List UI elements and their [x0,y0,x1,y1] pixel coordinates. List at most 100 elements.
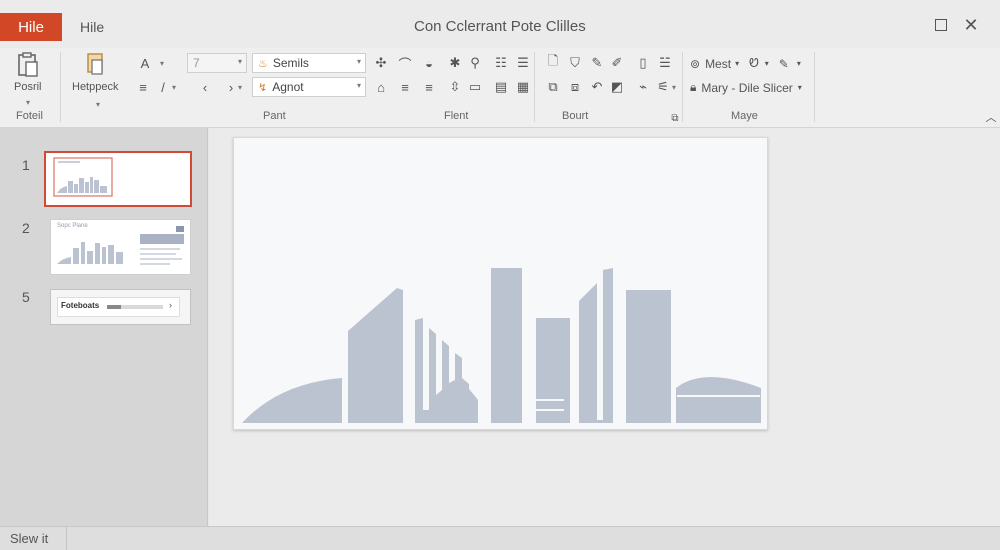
maye-item-2-label: Mary - Dile Slicer [701,80,793,95]
chevron-down-icon: ▾ [237,57,242,66]
align-left-icon[interactable]: ≡ [396,78,414,96]
slide-thumbnail-panel: 1 2 Sopc Plane 5 Foteboats › [0,128,208,526]
chevron-down-icon[interactable]: ▾ [160,59,164,68]
maximize-icon [935,19,947,31]
format-painter-icon [82,52,108,78]
search-icon[interactable]: ⚲ [466,54,484,72]
table-icon[interactable]: ☷ [492,54,510,72]
close-button[interactable]: ✕ [962,14,980,35]
skyline-tower-right [626,290,671,423]
font-name-value: Semils [272,56,309,70]
shapes-icon[interactable]: ⧉ [544,78,562,96]
shape-icon[interactable]: ◒ [420,54,438,72]
format-painter-label: Hetppeck [72,81,119,93]
group-label-pant: Pant [263,110,286,122]
chevron-down-icon: ▾ [797,83,802,92]
maximize-button[interactable] [932,16,950,34]
lock-icon: 🔒︎ [690,80,697,94]
file-tab[interactable]: Hile [0,13,62,41]
chevron-down-icon: ▾ [356,81,361,90]
file-tab-label: Hile [18,18,44,36]
format-painter-button[interactable]: Hetppeck [72,52,118,93]
chevron-down-icon: ▾ [735,59,740,68]
chevron-down-icon[interactable]: ▾ [26,98,30,107]
star-icon[interactable]: ✱ [446,54,464,72]
bold-icon[interactable]: ✣ [372,54,390,72]
skyline-tower-blade [579,268,613,423]
maye-item-1-label: Mest [705,56,732,71]
window-title: Con Cclerrant Pote Clilles [414,18,586,35]
curve-icon[interactable]: ⌒ [396,54,414,72]
shield-icon[interactable]: ⛉ [566,54,584,72]
replace-icon[interactable]: ⧈ [566,78,584,96]
chevron-down-icon: ▾ [764,59,769,68]
text-effects-icon[interactable]: A [136,54,154,72]
text-box-icon[interactable]: ▭ [466,78,484,96]
curve-arrow-icon[interactable]: ↶ [588,78,606,96]
brush-icon[interactable]: ✎ [588,54,606,72]
paste-button[interactable]: Posril [14,52,42,93]
chevron-down-icon[interactable]: ▾ [96,100,100,109]
maye-item-2[interactable]: 🔒︎ Mary - Dile Slicer ▾ [690,80,802,95]
tab-home[interactable]: Hile [80,19,104,35]
chevron-down-icon[interactable]: ▾ [172,83,176,92]
line-spacing-icon[interactable]: ⇳ [446,78,464,96]
slide-thumbnail-3[interactable]: Foteboats › [50,289,191,325]
status-bar: Slew it [0,526,1000,550]
decrease-indent-icon[interactable]: ‹ [196,78,214,96]
thumbnail-label: Foteboats [61,301,100,310]
group-label-bourt: Bourt [562,110,589,122]
target-icon: ⊚ [690,56,701,71]
status-text: Slew it [10,531,49,546]
thumbnail-title: Sopc Plane [57,223,88,229]
chevron-down-icon: ▾ [356,57,361,66]
font-name-box[interactable]: ♨ Semils ▾ [252,53,366,73]
font-size-value: 7 [193,56,200,70]
italic-icon[interactable]: / [154,78,172,96]
close-icon: ✕ [963,14,979,35]
trash-icon[interactable]: ⌂ [372,78,390,96]
font-size-box[interactable]: 7 ▾ [187,53,247,73]
slide-number: 5 [22,289,30,305]
document-icon[interactable]: 🗋 [544,53,562,72]
group-divider [60,52,61,122]
arrange-icon[interactable]: ◩ [608,78,626,96]
maye-item-1[interactable]: ⊚ Mest ▾ Ꮼ ▾ ✎ ▾ [690,56,801,71]
skyline-dome-left [242,378,342,423]
text-direction-icon[interactable]: ☱ [656,54,674,72]
chevron-down-icon[interactable]: ▾ [672,83,676,92]
chevron-down-icon: ▾ [796,59,801,68]
pen-icon[interactable]: ✐ [608,54,626,72]
undo-icon: Ꮼ [749,56,759,70]
collapse-ribbon-icon[interactable]: ︿ [982,108,1000,126]
title-bar: Hile Hile Con Cclerrant Pote Clilles ✕ [0,0,1000,48]
skyline-tower-tall [491,268,522,423]
group-divider [814,52,815,122]
font-style-box[interactable]: ↯ Agnot ▾ [252,77,366,97]
group-divider [682,52,683,122]
slide-canvas[interactable] [233,137,768,430]
group-label-maye: Maye [731,110,758,122]
clipboard-icon [15,52,41,78]
slide-number: 2 [22,220,30,236]
align-center-icon[interactable]: ≡ [420,78,438,96]
columns-icon[interactable]: ▤ [492,78,510,96]
slide-thumbnail-image [53,157,113,197]
notes-icon[interactable]: ▯ [634,54,652,72]
slide-thumbnail-1[interactable] [44,151,192,207]
align-icon[interactable]: ☰ [514,54,532,72]
skyline-graphic [242,268,761,423]
settings-icon[interactable]: ⚟ [654,78,672,96]
group-divider [534,52,535,122]
grid-icon[interactable]: ▦ [514,78,532,96]
link-icon[interactable]: ⌁ [634,78,652,96]
paste-label: Posril [14,81,42,93]
ribbon: Posril ▾ Foteil Hetppeck ▾ A ▾ ≡ / ▾ 7 ▾ … [0,48,1000,128]
skyline-tower-mid [536,318,570,423]
font-style-value: Agnot [272,80,304,94]
font-icon: ♨ [258,57,268,70]
group-label-flent: Flent [444,110,469,122]
slide-thumbnail-2[interactable]: Sopc Plane [50,219,191,275]
chevron-down-icon[interactable]: ▾ [238,83,242,92]
list-icon[interactable]: ≡ [134,78,152,96]
